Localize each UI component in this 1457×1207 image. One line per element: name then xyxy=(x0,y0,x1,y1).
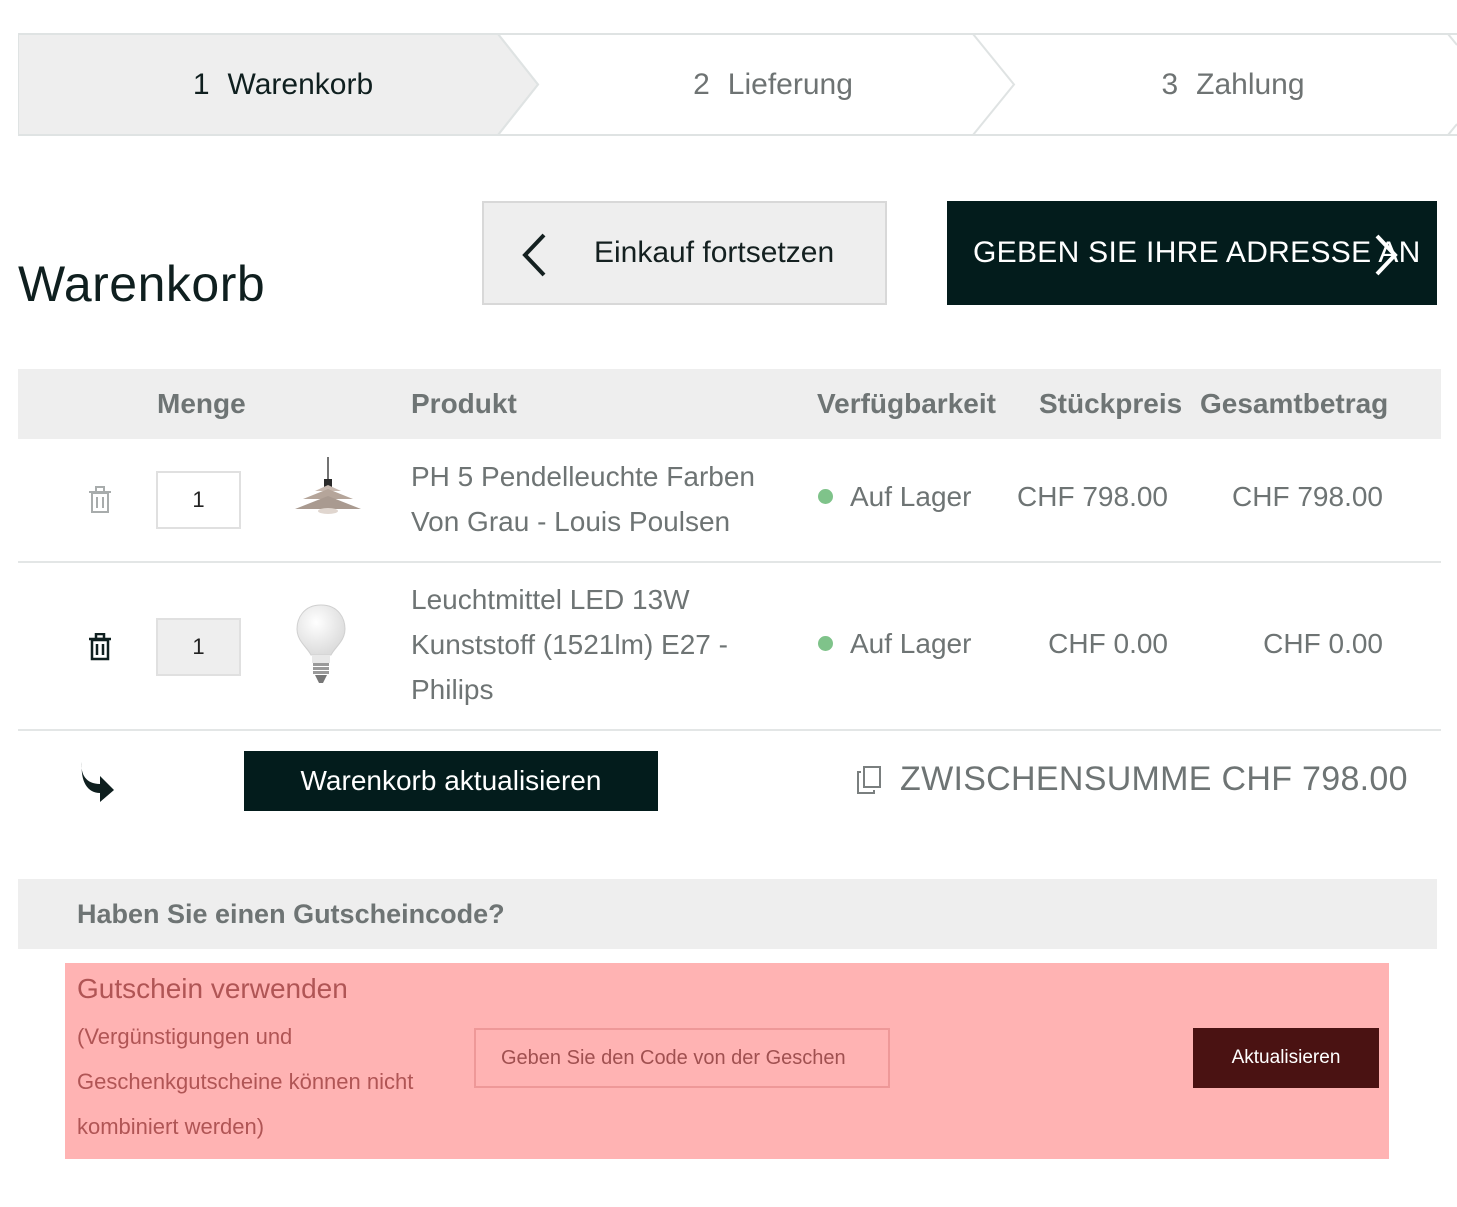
step-cart[interactable]: 1 Warenkorb xyxy=(18,33,548,136)
table-row: 1 PH 5 Pendelleuchte Farben Von Grau - L… xyxy=(18,439,1441,563)
coupon-question: Haben Sie einen Gutscheincode? xyxy=(77,899,505,929)
step-number: 3 xyxy=(1161,68,1179,101)
checkout-stepper: 1 Warenkorb 2 Lieferung 3 Zahlung xyxy=(18,33,1457,136)
subtotal: ZWISCHENSUMME CHF 798.00 xyxy=(900,760,1408,798)
unit-price: CHF 0.00 xyxy=(1048,628,1168,659)
update-cart-button[interactable]: Warenkorb aktualisieren xyxy=(244,751,658,811)
availability-status: Auf Lager xyxy=(818,628,971,660)
header-quantity: Menge xyxy=(157,388,246,419)
step-label: Warenkorb xyxy=(227,68,374,101)
product-name[interactable]: Leuchtmittel LED 13W Kunststoff (1521lm)… xyxy=(411,577,781,712)
product-name[interactable]: PH 5 Pendelleuchte Farben Von Grau - Lou… xyxy=(411,454,781,544)
step-number: 1 xyxy=(192,68,210,101)
unit-price: CHF 798.00 xyxy=(1017,481,1168,512)
step-payment[interactable]: 3 Zahlung xyxy=(998,33,1457,136)
availability-status: Auf Lager xyxy=(818,481,971,513)
enter-address-button[interactable]: GEBEN SIE IHRE ADRESSE AN xyxy=(947,201,1437,305)
in-stock-dot-icon xyxy=(818,636,833,652)
line-total: CHF 0.00 xyxy=(1263,628,1383,659)
coupon-panel: Gutschein verwenden (Vergünstigungen und… xyxy=(65,963,1389,1159)
chevron-right-icon xyxy=(1375,234,1398,276)
coupon-code-input[interactable] xyxy=(474,1028,890,1088)
continue-shopping-button[interactable]: Einkauf fortsetzen xyxy=(482,201,887,305)
in-stock-dot-icon xyxy=(818,489,833,505)
coupon-header[interactable]: Haben Sie einen Gutscheincode? xyxy=(18,879,1437,949)
trash-icon[interactable] xyxy=(88,486,112,514)
light-bulb-icon xyxy=(296,604,346,683)
availability-label: Auf Lager xyxy=(850,628,972,659)
header-total: Gesamtbetrag xyxy=(1200,388,1389,419)
coupon-note: (Vergünstigungen und Geschenkgutscheine … xyxy=(77,1024,414,1139)
cart-table-header: Menge Produkt Verfügbarkeit Stückpreis G… xyxy=(18,369,1441,439)
chevron-left-icon xyxy=(522,233,546,277)
line-total: CHF 798.00 xyxy=(1232,481,1383,512)
continue-shopping-label: Einkauf fortsetzen xyxy=(594,236,835,269)
page-title: Warenkorb xyxy=(18,256,266,312)
coupon-title: Gutschein verwenden xyxy=(77,973,348,1004)
pendant-lamp-icon xyxy=(295,457,361,514)
step-number: 2 xyxy=(693,68,710,101)
step-delivery[interactable]: 2 Lieferung xyxy=(518,33,1028,136)
copy-icon xyxy=(857,766,881,794)
header-unit-price: Stückpreis xyxy=(1039,388,1183,419)
header-availability: Verfügbarkeit xyxy=(817,388,996,419)
step-label: Lieferung xyxy=(727,68,853,101)
enter-address-label: GEBEN SIE IHRE ADRESSE AN xyxy=(973,236,1421,269)
curved-arrow-icon xyxy=(81,762,114,802)
table-row: 1 Leuchtmittel LED 13W Kunststoff (1521l… xyxy=(18,563,1441,731)
step-label: Zahlung xyxy=(1196,68,1305,101)
availability-label: Auf Lager xyxy=(850,481,972,512)
quantity-input[interactable]: 1 xyxy=(156,471,241,529)
header-product: Produkt xyxy=(411,388,517,419)
quantity-input[interactable]: 1 xyxy=(156,618,241,676)
trash-icon[interactable] xyxy=(88,633,112,661)
apply-coupon-button[interactable]: Aktualisieren xyxy=(1193,1028,1379,1088)
